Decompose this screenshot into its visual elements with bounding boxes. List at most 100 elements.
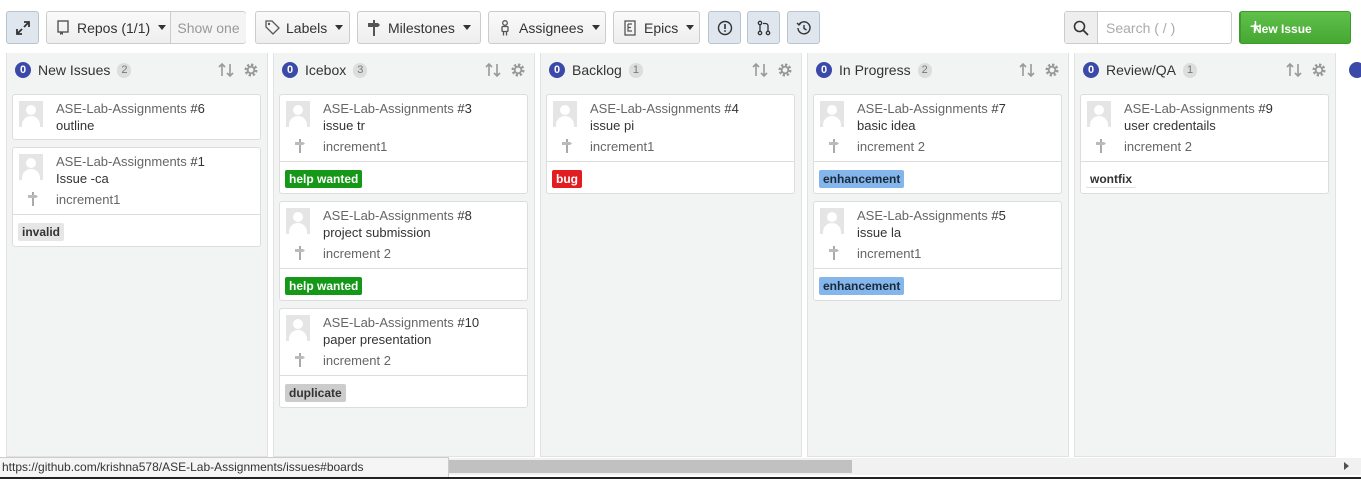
history-button[interactable] bbox=[787, 11, 820, 44]
gear-icon[interactable] bbox=[510, 62, 526, 81]
issue-repo[interactable]: ASE-Lab-Assignments #8 bbox=[323, 208, 472, 223]
sort-icon[interactable] bbox=[1019, 62, 1035, 81]
issue-number[interactable]: #5 bbox=[991, 208, 1005, 223]
issue-number[interactable]: #10 bbox=[457, 315, 479, 330]
issue-milestone: increment 2 bbox=[857, 139, 925, 154]
issue-repo[interactable]: ASE-Lab-Assignments #6 bbox=[56, 101, 205, 116]
issue-title[interactable]: issue pi bbox=[590, 118, 634, 133]
status-bar-url: https://github.com/krishna578/ASE-Lab-As… bbox=[0, 457, 449, 477]
issue-count-badge: 1 bbox=[1183, 62, 1198, 78]
issue-card[interactable]: ASE-Lab-Assignments #9 user credentails in… bbox=[1080, 94, 1329, 194]
gear-icon[interactable] bbox=[777, 62, 793, 81]
milestone-icon bbox=[562, 139, 572, 156]
issue-label[interactable]: enhancement bbox=[819, 277, 905, 295]
sort-icon[interactable] bbox=[1286, 62, 1302, 81]
sort-icon[interactable] bbox=[752, 62, 768, 81]
label-row: help wanted bbox=[280, 268, 527, 301]
gear-icon[interactable] bbox=[1044, 62, 1060, 81]
search-button[interactable] bbox=[1065, 12, 1098, 43]
issue-label[interactable]: duplicate bbox=[285, 384, 346, 402]
avatar bbox=[286, 208, 310, 234]
issue-opened-icon bbox=[717, 20, 732, 35]
issue-label[interactable]: invalid bbox=[18, 223, 65, 241]
expand-button[interactable] bbox=[6, 11, 39, 44]
assignees-dropdown[interactable]: Assignees bbox=[488, 11, 606, 44]
tag-icon bbox=[264, 20, 280, 35]
issue-repo[interactable]: ASE-Lab-Assignments #7 bbox=[857, 101, 1006, 116]
milestones-dropdown[interactable]: Milestones bbox=[357, 11, 481, 44]
milestone-icon bbox=[295, 139, 305, 156]
issue-card[interactable]: ASE-Lab-Assignments #5 issue la increment1… bbox=[813, 201, 1062, 301]
label-row: bug bbox=[547, 161, 794, 194]
chevron-down-icon bbox=[686, 25, 695, 30]
issue-title[interactable]: paper presentation bbox=[323, 332, 431, 347]
issue-title[interactable]: user credentails bbox=[1124, 118, 1216, 133]
issue-card[interactable]: ASE-Lab-Assignments #10 paper presentatio… bbox=[279, 308, 528, 408]
gear-icon[interactable] bbox=[243, 62, 259, 81]
issue-count-badge: 2 bbox=[117, 62, 132, 78]
issue-card[interactable]: ASE-Lab-Assignments #4 issue pi increment1… bbox=[546, 94, 795, 194]
issue-title[interactable]: issue la bbox=[857, 225, 901, 240]
issue-card[interactable]: ASE-Lab-Assignments #7 basic idea incremen… bbox=[813, 94, 1062, 194]
milestones-label: Milestones bbox=[388, 19, 455, 36]
issue-title[interactable]: outline bbox=[56, 118, 94, 133]
scroll-right-arrow-icon[interactable] bbox=[1344, 462, 1349, 470]
issue-title[interactable]: issue tr bbox=[323, 118, 365, 133]
repo-icon bbox=[55, 19, 71, 36]
issue-repo[interactable]: ASE-Lab-Assignments #4 bbox=[590, 101, 739, 116]
board-column: 0 In Progress 2 ASE-Lab-Assignments #7 basic… bbox=[807, 53, 1069, 457]
repos-dropdown[interactable]: Repos (1/1) Show one bbox=[46, 11, 246, 44]
new-issue-button[interactable]: New Issue + bbox=[1239, 11, 1351, 44]
label-row: invalid bbox=[13, 214, 260, 247]
gear-icon[interactable] bbox=[1311, 62, 1327, 81]
column-title: Icebox bbox=[305, 62, 347, 78]
issue-repo[interactable]: ASE-Lab-Assignments #1 bbox=[56, 154, 205, 169]
issue-label[interactable]: wontfix bbox=[1086, 170, 1136, 188]
issue-card[interactable]: ASE-Lab-Assignments #1 Issue -ca increment… bbox=[12, 147, 261, 247]
issue-label[interactable]: bug bbox=[552, 170, 582, 188]
issue-number[interactable]: #8 bbox=[457, 208, 471, 223]
window-bottom-border bbox=[0, 477, 1361, 481]
issue-number[interactable]: #9 bbox=[1258, 101, 1272, 116]
issue-title[interactable]: Issue -ca bbox=[56, 171, 109, 186]
labels-dropdown[interactable]: Labels bbox=[255, 11, 350, 44]
issue-repo[interactable]: ASE-Lab-Assignments #9 bbox=[1124, 101, 1273, 116]
issue-title[interactable]: project submission bbox=[323, 225, 431, 240]
show-one-button[interactable]: Show one bbox=[170, 12, 246, 43]
issue-number[interactable]: #7 bbox=[991, 101, 1005, 116]
board: 0 New Issues 2 ASE-Lab-Assignments #6 outlin… bbox=[0, 53, 1361, 457]
issue-count-badge: 1 bbox=[628, 62, 643, 78]
issue-number[interactable]: #4 bbox=[724, 101, 738, 116]
avatar bbox=[286, 315, 310, 341]
avatar bbox=[1087, 101, 1111, 127]
search-input[interactable] bbox=[1098, 12, 1228, 43]
issue-repo[interactable]: ASE-Lab-Assignments #10 bbox=[323, 315, 479, 330]
issue-number[interactable]: #6 bbox=[190, 101, 204, 116]
milestone-icon bbox=[366, 19, 382, 36]
epics-dropdown[interactable]: Epics bbox=[613, 11, 700, 44]
issue-card[interactable]: ASE-Lab-Assignments #6 outline bbox=[12, 94, 261, 140]
avatar bbox=[286, 101, 310, 127]
horizontal-scrollbar[interactable] bbox=[449, 458, 1361, 475]
issues-filter-button[interactable] bbox=[708, 11, 741, 44]
issue-label[interactable]: enhancement bbox=[819, 170, 905, 188]
milestone-icon bbox=[28, 192, 38, 209]
sort-icon[interactable] bbox=[485, 62, 501, 81]
issue-title[interactable]: basic idea bbox=[857, 118, 916, 133]
issue-number[interactable]: #3 bbox=[457, 101, 471, 116]
toolbar: Repos (1/1) Show one Labels Milestones A… bbox=[0, 0, 1361, 54]
sort-icon[interactable] bbox=[218, 62, 234, 81]
issue-card[interactable]: ASE-Lab-Assignments #3 issue tr increment1… bbox=[279, 94, 528, 194]
issue-card[interactable]: ASE-Lab-Assignments #8 project submission… bbox=[279, 201, 528, 301]
issue-repo[interactable]: ASE-Lab-Assignments #3 bbox=[323, 101, 472, 116]
scrollbar-thumb[interactable] bbox=[449, 460, 852, 473]
issue-repo[interactable]: ASE-Lab-Assignments #5 bbox=[857, 208, 1006, 223]
issue-label[interactable]: help wanted bbox=[285, 170, 363, 188]
expand-icon bbox=[15, 20, 30, 35]
issue-number[interactable]: #1 bbox=[190, 154, 204, 169]
pull-requests-filter-button[interactable] bbox=[747, 11, 780, 44]
epics-label: Epics bbox=[644, 19, 679, 36]
issue-milestone: increment 2 bbox=[323, 353, 391, 368]
wip-badge: 0 bbox=[549, 62, 565, 78]
issue-label[interactable]: help wanted bbox=[285, 277, 363, 295]
